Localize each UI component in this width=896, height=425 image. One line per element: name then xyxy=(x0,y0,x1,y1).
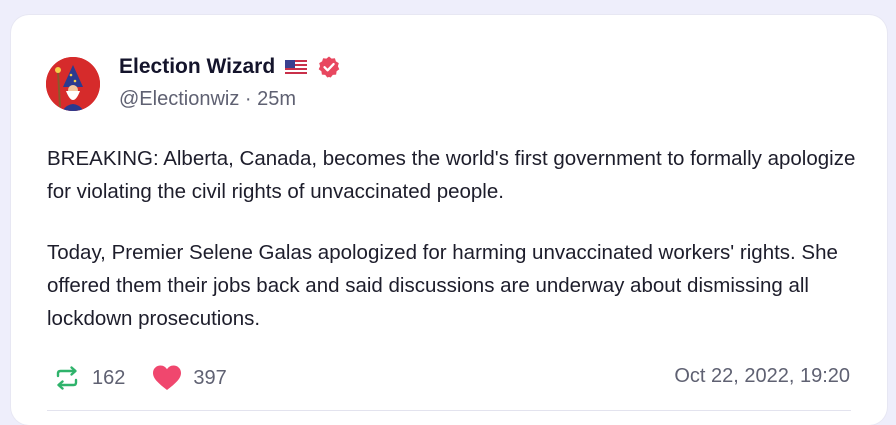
wizard-avatar-icon xyxy=(46,57,100,111)
author-handle[interactable]: @Electionwiz xyxy=(119,88,239,110)
post-age: 25m xyxy=(257,88,297,110)
author-row: Election Wizard xyxy=(119,55,341,79)
heart-icon xyxy=(153,365,182,390)
author-meta: @Electionwiz · 25m xyxy=(119,88,296,111)
post-paragraph-1: BREAKING: Alberta, Canada, becomes the w… xyxy=(47,147,856,203)
like-button[interactable]: 397 xyxy=(151,363,227,393)
divider xyxy=(47,410,851,411)
author-name[interactable]: Election Wizard xyxy=(119,55,275,79)
wizard-avatar[interactable] xyxy=(46,57,100,111)
repost-button[interactable]: 162 xyxy=(52,363,125,393)
like-count: 397 xyxy=(193,366,227,389)
post-timestamp[interactable]: Oct 22, 2022, 19:20 xyxy=(674,365,850,388)
post-stats: 162 397 xyxy=(52,363,253,393)
post-paragraph-2: Today, Premier Selene Galas apologized f… xyxy=(47,241,838,330)
post-card: Election Wizard @Electionwiz · 25m BREAK… xyxy=(11,15,887,425)
repost-icon xyxy=(56,366,78,390)
repost-count: 162 xyxy=(92,366,126,389)
us-flag-icon xyxy=(285,60,308,74)
verified-badge-icon xyxy=(317,55,341,79)
meta-separator: · xyxy=(244,88,258,110)
